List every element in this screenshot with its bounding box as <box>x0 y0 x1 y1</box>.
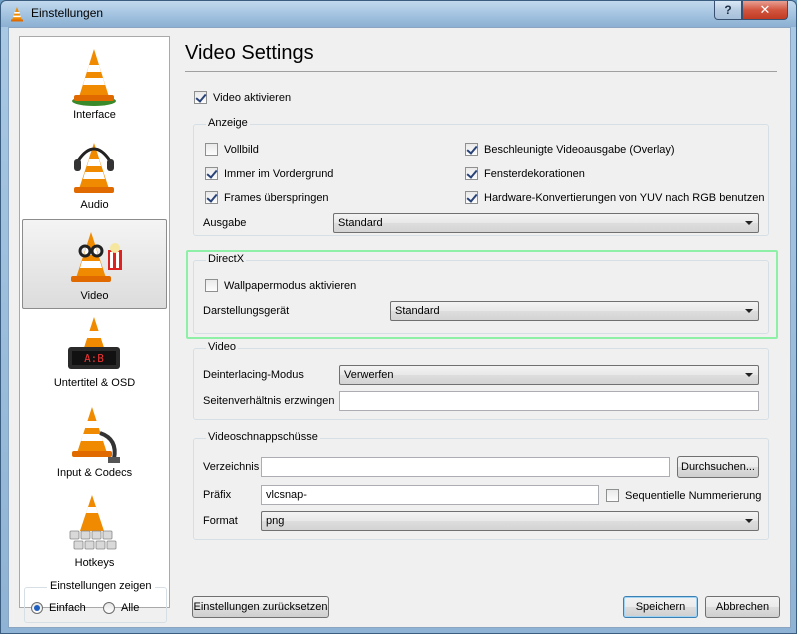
sidebar-item-label: Interface <box>73 109 116 121</box>
overlay-label: Beschleunigte Videoausgabe (Overlay) <box>484 143 675 156</box>
chevron-down-icon <box>745 519 753 523</box>
page-title: Video Settings <box>185 42 314 64</box>
window-decorations-label: Fensterdekorationen <box>484 167 585 180</box>
directx-group: DirectX <box>193 253 769 334</box>
sidebar-item-label: Untertitel & OSD <box>53 377 136 389</box>
fullscreen-check[interactable] <box>205 143 218 156</box>
window-decorations-checkbox[interactable]: Fensterdekorationen <box>465 167 585 180</box>
fullscreen-checkbox[interactable]: Vollbild <box>205 143 259 156</box>
window-decorations-check[interactable] <box>465 167 478 180</box>
close-button[interactable]: ✕ <box>742 1 788 20</box>
fullscreen-label: Vollbild <box>224 143 259 156</box>
radio-all[interactable]: Alle <box>103 602 139 614</box>
prefix-input[interactable]: vlcsnap- <box>261 485 599 505</box>
enable-video-checkbox[interactable]: Video aktivieren <box>194 91 291 104</box>
browse-button[interactable]: Durchsuchen... <box>677 456 759 478</box>
directory-input[interactable] <box>261 457 670 477</box>
sidebar-item-video[interactable]: Video <box>22 219 167 309</box>
preferences-window: Einstellungen ? ✕ Interface Audio Video … <box>0 0 797 634</box>
radio-simple-indicator[interactable] <box>31 602 43 614</box>
output-select[interactable]: Standard <box>333 213 759 233</box>
yuv-rgb-label: Hardware-Konvertierungen von YUV nach RG… <box>484 191 765 204</box>
output-label: Ausgabe <box>203 217 247 229</box>
sidebar-item-label: Input & Codecs <box>56 467 133 479</box>
cone-cable-icon <box>72 407 120 463</box>
sequential-numbering-checkbox[interactable]: Sequentielle Nummerierung <box>606 489 761 502</box>
enable-video-check[interactable] <box>194 91 207 104</box>
sidebar-item-interface[interactable]: Interface <box>22 41 167 127</box>
chevron-down-icon <box>745 373 753 377</box>
radio-simple-label: Einfach <box>49 602 86 614</box>
display-group-title: Anzeige <box>206 117 250 129</box>
video-group-title: Video <box>206 341 238 353</box>
save-button[interactable]: Speichern <box>623 596 698 618</box>
skip-frames-check[interactable] <box>205 191 218 204</box>
cone-clock-icon: A:B <box>68 317 120 369</box>
format-select[interactable]: png <box>261 511 759 531</box>
title-bar[interactable]: Einstellungen ? ✕ <box>1 1 796 27</box>
display-device-label: Darstellungsgerät <box>203 305 290 317</box>
always-on-top-label: Immer im Vordergrund <box>224 167 334 180</box>
sidebar-item-label: Audio <box>80 199 109 211</box>
cancel-button[interactable]: Abbrechen <box>705 596 780 618</box>
skip-frames-label: Frames überspringen <box>224 191 329 204</box>
window-title: Einstellungen <box>31 6 104 20</box>
chevron-down-icon <box>745 309 753 313</box>
radio-all-indicator[interactable] <box>103 602 115 614</box>
aspect-ratio-label: Seitenverhältnis erzwingen <box>203 395 335 407</box>
always-on-top-checkbox[interactable]: Immer im Vordergrund <box>205 167 333 180</box>
sequential-numbering-label: Sequentielle Nummerierung <box>625 489 762 502</box>
overlay-checkbox[interactable]: Beschleunigte Videoausgabe (Overlay) <box>465 143 675 156</box>
deinterlace-value: Verwerfen <box>344 369 394 381</box>
skip-frames-checkbox[interactable]: Frames überspringen <box>205 191 329 204</box>
display-device-select[interactable]: Standard <box>390 301 759 321</box>
show-settings-group: Einstellungen zeigen Einfach Alle <box>24 580 167 623</box>
overlay-check[interactable] <box>465 143 478 156</box>
svg-text:A:B: A:B <box>84 352 104 365</box>
directx-group-title: DirectX <box>206 253 247 265</box>
prefix-label: Präfix <box>203 489 232 501</box>
preferences-client-area: Interface Audio Video A:B Untertitel & O… <box>8 27 791 628</box>
display-device-value: Standard <box>395 305 440 317</box>
wallpaper-label: Wallpapermodus aktivieren <box>224 279 357 292</box>
sidebar-item-label: Video <box>80 290 109 302</box>
wallpaper-check[interactable] <box>205 279 218 292</box>
sequential-numbering-check[interactable] <box>606 489 619 502</box>
sidebar-item-label: Hotkeys <box>74 557 115 569</box>
vlc-cone-icon <box>11 7 23 22</box>
cone-keyboard-icon <box>69 495 117 550</box>
deinterlace-label: Deinterlacing-Modus <box>203 369 304 381</box>
output-value: Standard <box>338 217 383 229</box>
deinterlace-select[interactable]: Verwerfen <box>339 365 759 385</box>
reset-settings-button[interactable]: Einstellungen zurücksetzen <box>192 596 329 618</box>
cone-icon <box>72 49 116 106</box>
wallpaper-checkbox[interactable]: Wallpapermodus aktivieren <box>205 279 356 292</box>
yuv-rgb-checkbox[interactable]: Hardware-Konvertierungen von YUV nach RG… <box>465 191 764 204</box>
chevron-down-icon <box>745 221 753 225</box>
title-divider <box>185 71 777 72</box>
yuv-rgb-check[interactable] <box>465 191 478 204</box>
radio-all-label: Alle <box>121 602 140 614</box>
format-label: Format <box>203 515 238 527</box>
always-on-top-check[interactable] <box>205 167 218 180</box>
sidebar-item-hotkeys[interactable]: Hotkeys <box>22 489 167 575</box>
show-settings-title: Einstellungen zeigen <box>47 580 155 592</box>
sidebar-item-audio[interactable]: Audio <box>22 131 167 217</box>
snapshots-group-title: Videoschnappschüsse <box>206 431 320 443</box>
format-value: png <box>266 515 285 527</box>
cone-glasses-icon <box>71 232 122 282</box>
help-button[interactable]: ? <box>714 1 742 20</box>
aspect-ratio-input[interactable] <box>339 391 759 411</box>
directory-label: Verzeichnis <box>203 461 260 473</box>
radio-simple[interactable]: Einfach <box>31 602 86 614</box>
sidebar-item-subtitles-osd[interactable]: A:B Untertitel & OSD <box>22 309 167 395</box>
enable-video-label: Video aktivieren <box>213 91 292 104</box>
category-sidebar: Interface Audio Video A:B Untertitel & O… <box>19 36 170 623</box>
sidebar-item-input-codecs[interactable]: Input & Codecs <box>22 399 167 485</box>
cone-headphones-icon <box>74 143 114 193</box>
